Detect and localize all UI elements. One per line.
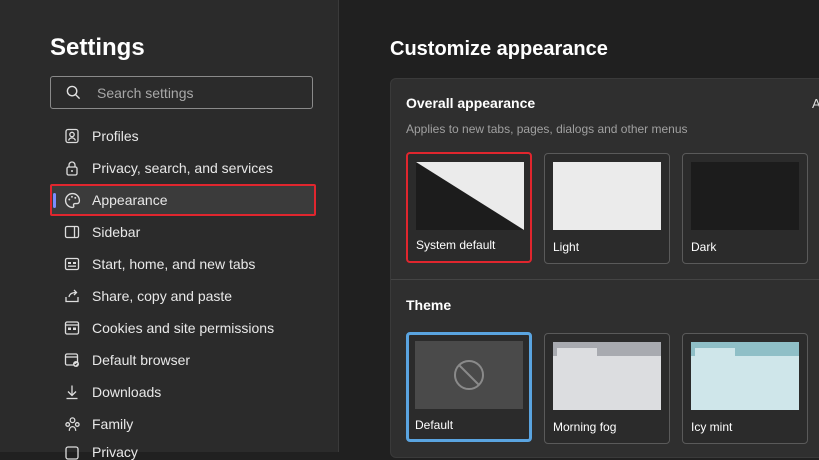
- option-label: Light: [553, 240, 580, 254]
- sidebar-item-downloads[interactable]: Downloads: [50, 376, 316, 408]
- dark-preview: [691, 162, 799, 230]
- option-label: Icy mint: [691, 420, 733, 434]
- theme-option-default[interactable]: Default: [406, 332, 532, 442]
- sidebar-item-label: Downloads: [92, 384, 162, 400]
- overall-appearance-subtitle: Applies to new tabs, pages, dialogs and …: [406, 122, 688, 136]
- no-theme-icon: [454, 360, 484, 390]
- system-default-preview: [416, 162, 524, 230]
- sidebar-item-label: Start, home, and new tabs: [92, 256, 256, 272]
- clipped-label: A: [812, 96, 819, 111]
- option-label: System default: [416, 238, 496, 252]
- sidebar-item-label: Profiles: [92, 128, 139, 144]
- sidebar-item-label: Cookies and site permissions: [92, 320, 275, 336]
- sidebar-item-cookies-permissions[interactable]: Cookies and site permissions: [50, 312, 316, 344]
- appearance-option-light[interactable]: Light: [544, 153, 670, 264]
- generic-icon: [63, 444, 81, 460]
- sidebar-item-label: Appearance: [92, 192, 168, 208]
- settings-nav: Profiles Privacy, search, and services A…: [50, 120, 316, 460]
- sidebar-item-label: Family: [92, 416, 134, 432]
- sidebar-item-sidebar[interactable]: Sidebar: [50, 216, 316, 248]
- search-icon: [66, 85, 81, 100]
- theme-option-icy-mint[interactable]: Icy mint: [682, 333, 808, 444]
- sidebar-item-default-browser[interactable]: Default browser: [50, 344, 316, 376]
- sidebar-item-appearance[interactable]: Appearance: [50, 184, 316, 216]
- browser-icon: [63, 351, 81, 369]
- palette-icon: [63, 191, 81, 209]
- sidebar-item-label: Privacy: [92, 444, 138, 460]
- sidebar-item-label: Sidebar: [92, 224, 141, 240]
- sidebar-item-label: Default browser: [92, 352, 191, 368]
- option-label: Morning fog: [553, 420, 617, 434]
- profile-icon: [63, 127, 81, 145]
- light-preview: [553, 162, 661, 230]
- sidebar-item-profiles[interactable]: Profiles: [50, 120, 316, 152]
- download-icon: [63, 383, 81, 401]
- appearance-option-dark[interactable]: Dark: [682, 153, 808, 264]
- sidebar-item-label: Privacy, search, and services: [92, 160, 274, 176]
- family-icon: [63, 415, 81, 433]
- sidebar-item-label: Share, copy and paste: [92, 288, 233, 304]
- option-label: Default: [415, 418, 454, 432]
- sidebar-item-family[interactable]: Family: [50, 408, 316, 440]
- search-input[interactable]: [95, 83, 299, 102]
- sidebar-title: Settings: [50, 34, 145, 61]
- sidebar-item-partial[interactable]: Privacy: [50, 440, 316, 460]
- overall-appearance-title: Overall appearance: [406, 95, 536, 111]
- theme-title: Theme: [406, 297, 452, 313]
- sidebar-item-share-copy-paste[interactable]: Share, copy and paste: [50, 280, 316, 312]
- home-tabs-icon: [63, 255, 81, 273]
- sidebar-item-privacy-search-services[interactable]: Privacy, search, and services: [50, 152, 316, 184]
- section-divider: [391, 279, 819, 280]
- sidebar-item-start-home-tabs[interactable]: Start, home, and new tabs: [50, 248, 316, 280]
- cookies-icon: [63, 319, 81, 337]
- theme-option-morning-fog[interactable]: Morning fog: [544, 333, 670, 444]
- sidebar-icon: [63, 223, 81, 241]
- page-title: Customize appearance: [390, 38, 608, 60]
- settings-sidebar: Settings Profiles Privacy, search, and s…: [0, 0, 339, 460]
- active-indicator: [53, 193, 56, 208]
- lock-icon: [63, 159, 81, 177]
- search-box[interactable]: [50, 76, 313, 109]
- morning-fog-preview: [553, 342, 661, 410]
- option-label: Dark: [691, 240, 717, 254]
- appearance-option-system-default[interactable]: System default: [406, 152, 532, 263]
- default-theme-preview: [415, 341, 523, 409]
- icy-mint-preview: [691, 342, 799, 410]
- share-icon: [63, 287, 81, 305]
